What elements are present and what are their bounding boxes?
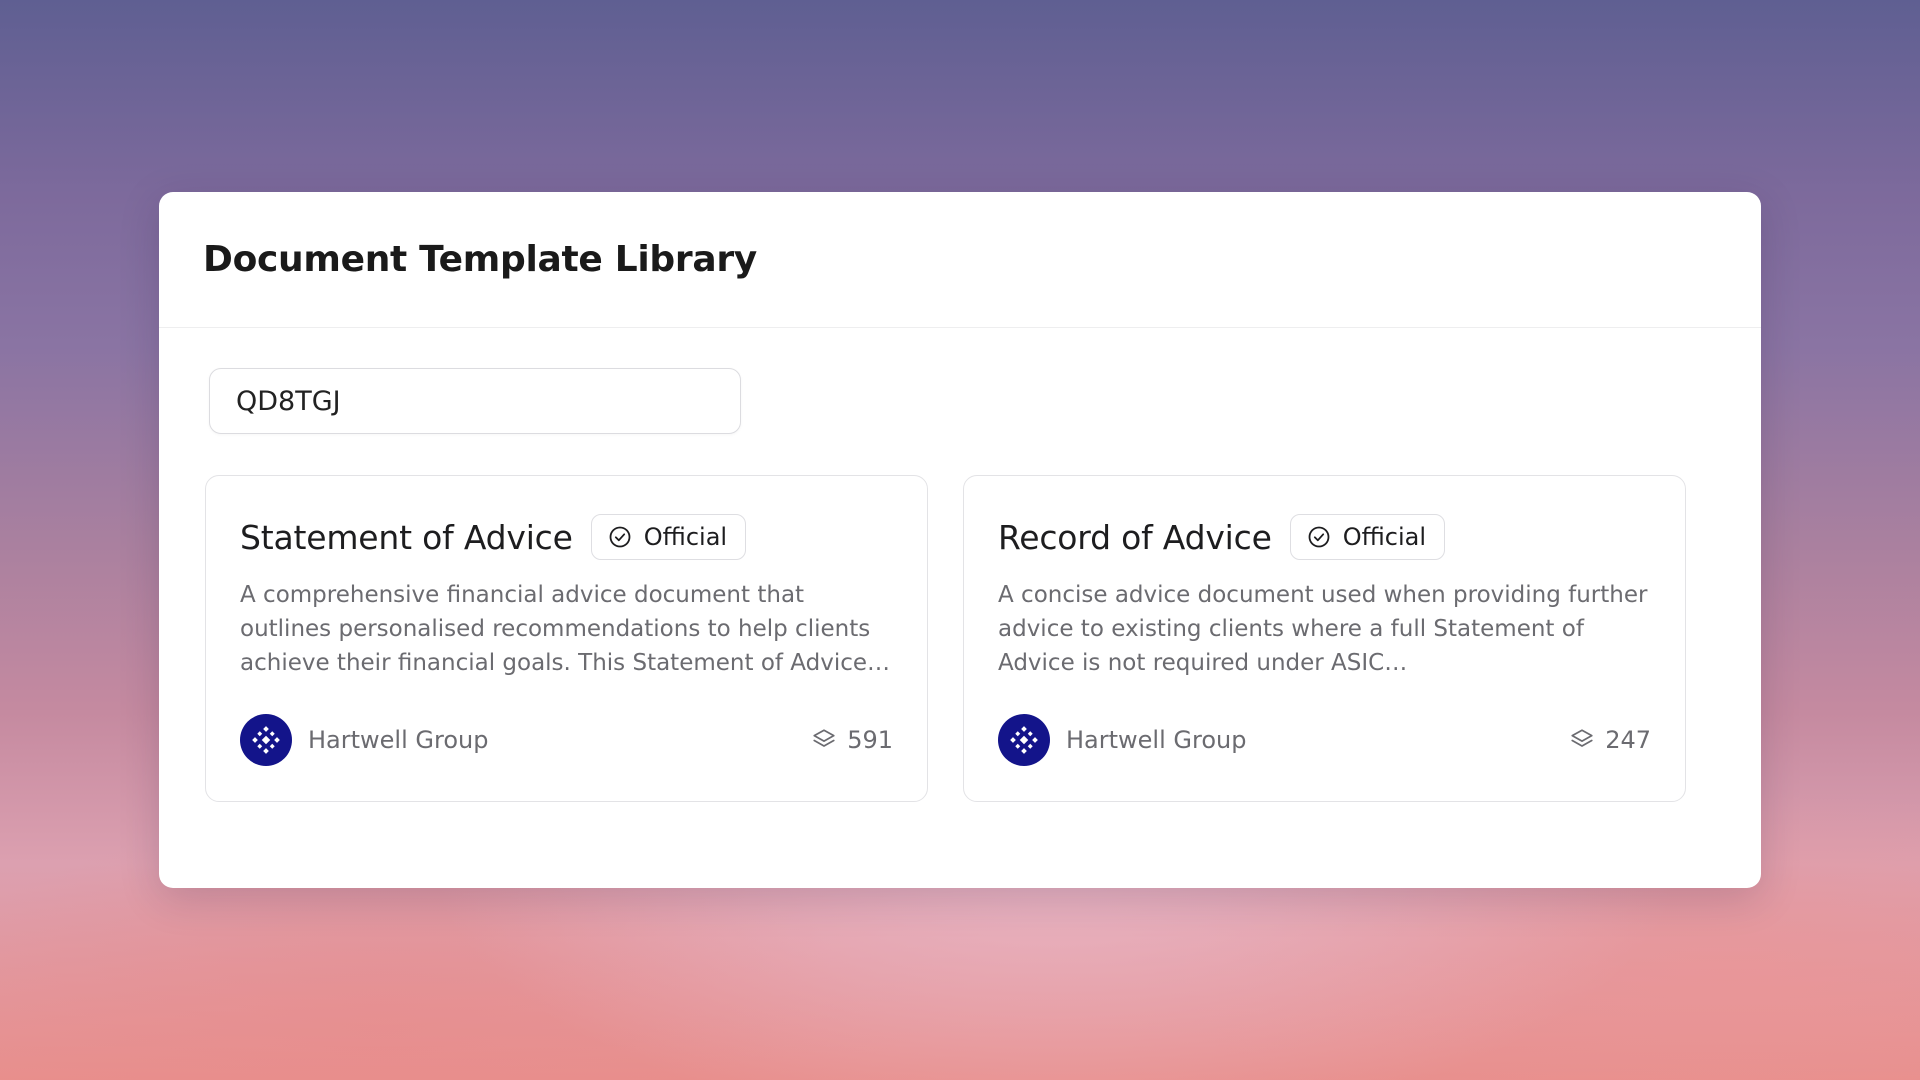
avatar <box>998 714 1050 766</box>
card-header: Record of Advice Official <box>998 514 1446 560</box>
card-title: Record of Advice <box>998 517 1272 557</box>
organization-name: Hartwell Group <box>308 726 489 754</box>
card-footer: Hartwell Group 247 <box>998 714 1651 766</box>
layers-icon <box>1571 729 1593 747</box>
usage-count-value: 247 <box>1605 726 1651 754</box>
card-footer: Hartwell Group 591 <box>240 714 893 766</box>
organization: Hartwell Group <box>998 714 1246 766</box>
official-badge: Official <box>1289 514 1446 560</box>
search-input[interactable] <box>209 368 741 434</box>
usage-count: 591 <box>811 726 893 754</box>
organization: Hartwell Group <box>240 714 488 766</box>
template-card-record-of-advice[interactable]: Record of Advice Official A concise advi… <box>963 475 1686 802</box>
check-circle-icon <box>609 526 631 548</box>
usage-count-value: 591 <box>847 726 893 754</box>
hartwell-logo-icon <box>1010 726 1038 754</box>
badge-label: Official <box>1342 523 1427 551</box>
card-header: Statement of Advice Official <box>240 514 747 560</box>
card-description: A comprehensive financial advice documen… <box>240 582 891 676</box>
layers-icon <box>813 729 835 747</box>
panel-header: Document Template Library <box>159 192 1761 328</box>
card-description: A concise advice document used when prov… <box>998 582 1648 676</box>
check-circle-icon <box>1308 526 1330 548</box>
template-card-statement-of-advice[interactable]: Statement of Advice Official A comprehen… <box>205 475 928 802</box>
card-title: Statement of Advice <box>240 517 573 557</box>
avatar <box>240 714 292 766</box>
badge-label: Official <box>643 523 728 551</box>
official-badge: Official <box>590 514 747 560</box>
hartwell-logo-icon <box>252 726 280 754</box>
usage-count: 247 <box>1569 726 1651 754</box>
template-library-panel: Document Template Library Statement of A… <box>159 192 1761 888</box>
page-title: Document Template Library <box>203 239 757 280</box>
organization-name: Hartwell Group <box>1066 726 1247 754</box>
